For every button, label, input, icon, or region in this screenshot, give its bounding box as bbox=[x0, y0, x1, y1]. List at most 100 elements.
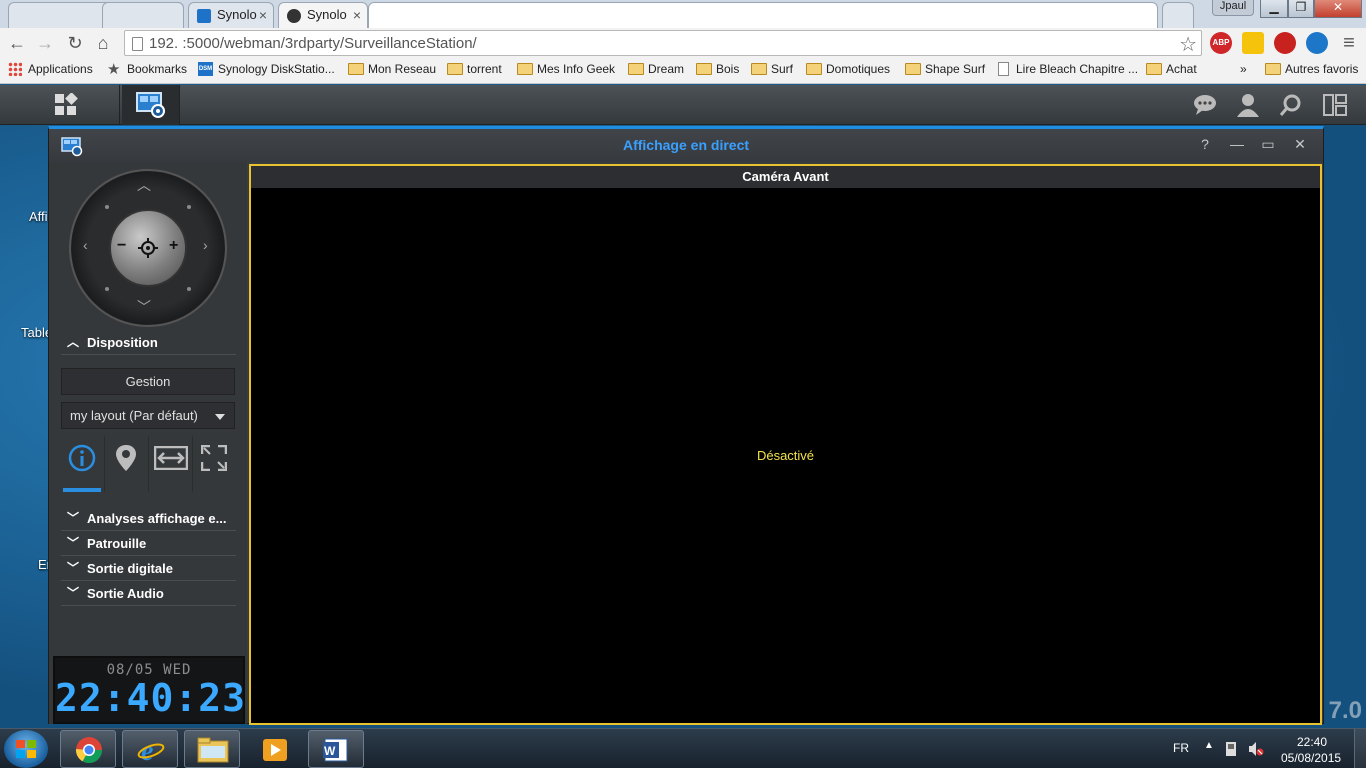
window-titlebar[interactable]: Affichage en direct ? — ▭ ✕ bbox=[49, 129, 1323, 162]
tray-device-icon[interactable] bbox=[1224, 741, 1238, 757]
tab-label: Synolo bbox=[307, 7, 347, 22]
ie-taskbar-button[interactable]: e bbox=[122, 730, 178, 768]
bookmark-bookmarks[interactable]: ★ Bookmarks bbox=[107, 61, 188, 78]
show-desktop-button[interactable] bbox=[1354, 729, 1366, 768]
user-icon[interactable] bbox=[1235, 93, 1261, 117]
folder-icon bbox=[348, 63, 364, 75]
ptz-home-crosshair-icon[interactable] bbox=[138, 238, 158, 258]
language-indicator[interactable]: FR bbox=[1173, 741, 1189, 755]
search-icon[interactable] bbox=[1278, 93, 1304, 117]
pan-down-arrow-icon[interactable]: ﹀ bbox=[137, 297, 151, 317]
gestion-button[interactable]: Gestion bbox=[61, 368, 235, 395]
browser-tab-synology-1[interactable]: Synolo × bbox=[188, 2, 274, 28]
ptz-control-pad[interactable]: ︿ ﹀ ‹ › − + bbox=[69, 169, 227, 327]
surveillance-taskbar-button[interactable] bbox=[122, 85, 180, 125]
dsm-favicon bbox=[197, 9, 211, 23]
bookmark-domotiques[interactable]: Domotiques bbox=[806, 62, 890, 76]
apps-grid-icon bbox=[8, 62, 22, 76]
help-icon[interactable]: ? bbox=[1197, 136, 1213, 152]
chat-bubble-icon[interactable] bbox=[1192, 93, 1218, 117]
bookmark-label: Bookmarks bbox=[127, 62, 188, 76]
disposition-section-toggle[interactable]: ︿ Disposition bbox=[61, 330, 236, 355]
bookmark-dream[interactable]: Dream bbox=[628, 62, 684, 76]
close-tab-icon[interactable]: × bbox=[353, 7, 361, 23]
analyses-section-toggle[interactable]: ﹀ Analyses affichage e... bbox=[61, 506, 236, 531]
browser-tab-5[interactable] bbox=[368, 2, 1158, 28]
pan-diagonal-dot[interactable] bbox=[187, 205, 191, 209]
close-icon[interactable]: ✕ bbox=[1292, 136, 1308, 152]
volume-muted-icon[interactable] bbox=[1248, 741, 1264, 757]
profile-badge[interactable]: Jpaul bbox=[1212, 0, 1254, 16]
pan-diagonal-dot[interactable] bbox=[187, 287, 191, 291]
bookmark-surf[interactable]: Surf bbox=[751, 62, 793, 76]
menu-icon[interactable]: ≡ bbox=[1338, 32, 1360, 54]
zoom-in-icon[interactable]: + bbox=[169, 237, 178, 255]
folder-icon bbox=[197, 737, 229, 763]
pan-diagonal-dot[interactable] bbox=[105, 287, 109, 291]
digital-clock: 08/05 WED 22:40:23 bbox=[53, 656, 245, 724]
pan-up-arrow-icon[interactable]: ︿ bbox=[137, 175, 151, 195]
pan-diagonal-dot[interactable] bbox=[105, 205, 109, 209]
word-taskbar-button[interactable]: W bbox=[308, 730, 364, 768]
pan-right-arrow-icon[interactable]: › bbox=[203, 237, 208, 253]
bookmark-autres-favoris[interactable]: Autres favoris bbox=[1265, 62, 1358, 76]
close-tab-icon[interactable]: × bbox=[259, 7, 267, 23]
sync-extension-icon[interactable] bbox=[1306, 32, 1328, 54]
layout-dropdown[interactable]: my layout (Par défaut) bbox=[61, 402, 235, 429]
back-arrow-icon[interactable]: ← bbox=[6, 32, 28, 54]
camera-view-pane[interactable]: Caméra Avant Désactivé bbox=[249, 164, 1322, 725]
pan-left-arrow-icon[interactable]: ‹ bbox=[83, 237, 88, 253]
bookmark-achat[interactable]: Achat bbox=[1146, 62, 1197, 76]
minimize-icon[interactable]: — bbox=[1229, 136, 1245, 152]
bookmark-shape-surf[interactable]: Shape Surf bbox=[905, 62, 985, 76]
address-bar[interactable]: 192. :5000/webman/3rdparty/SurveillanceS… bbox=[124, 30, 1202, 56]
bookmarks-overflow-button[interactable]: » bbox=[1220, 62, 1247, 76]
bookmark-star-icon[interactable]: ☆ bbox=[1179, 32, 1197, 57]
minimize-window-button[interactable]: ▁ bbox=[1260, 0, 1288, 18]
explorer-taskbar-button[interactable] bbox=[184, 730, 240, 768]
windows-start-button[interactable] bbox=[4, 730, 48, 768]
bookmark-label: torrent bbox=[467, 62, 502, 76]
maximize-window-button[interactable]: ❐ bbox=[1288, 0, 1314, 18]
bookmark-torrent[interactable]: torrent bbox=[447, 62, 502, 76]
maximize-icon[interactable]: ▭ bbox=[1260, 136, 1276, 152]
clock-time[interactable]: 22:40 bbox=[1297, 735, 1327, 749]
bookmark-synology[interactable]: DSM Synology DiskStatio... bbox=[198, 62, 335, 76]
clock-date[interactable]: 05/08/2015 bbox=[1281, 751, 1341, 765]
chrome-taskbar-button[interactable] bbox=[60, 730, 116, 768]
patrouille-section-toggle[interactable]: ﹀ Patrouille bbox=[61, 531, 236, 556]
forward-arrow-icon[interactable]: → bbox=[34, 32, 56, 54]
browser-tab-2[interactable] bbox=[102, 2, 184, 28]
home-icon[interactable]: ⌂ bbox=[92, 32, 114, 54]
bookmark-label: Autres favoris bbox=[1285, 62, 1359, 76]
widgets-icon[interactable] bbox=[1322, 93, 1348, 117]
zoom-out-icon[interactable]: − bbox=[117, 237, 126, 255]
bookmark-applications[interactable]: Applications bbox=[8, 62, 93, 76]
sortie-digitale-section-toggle[interactable]: ﹀ Sortie digitale bbox=[61, 556, 236, 581]
dsm-main-menu-button[interactable] bbox=[0, 85, 120, 125]
zoom-control: − + bbox=[109, 209, 187, 287]
adblock-plus-icon[interactable]: ABP bbox=[1210, 32, 1232, 54]
tab-fit-width[interactable] bbox=[149, 436, 193, 492]
bookmark-label: Dream bbox=[648, 62, 685, 76]
tab-map[interactable] bbox=[105, 436, 149, 492]
new-tab-button[interactable] bbox=[1162, 2, 1194, 28]
reload-icon[interactable]: ↻ bbox=[64, 32, 86, 54]
extension-puzzle-icon[interactable] bbox=[1242, 32, 1264, 54]
folder-icon bbox=[696, 63, 712, 75]
bookmark-mon-reseau[interactable]: Mon Reseau bbox=[348, 62, 436, 76]
bookmark-bois[interactable]: Bois bbox=[696, 62, 739, 76]
sortie-audio-section-toggle[interactable]: ﹀ Sortie Audio bbox=[61, 581, 236, 606]
close-window-button[interactable]: ✕ bbox=[1314, 0, 1362, 18]
power-extension-icon[interactable] bbox=[1274, 32, 1296, 54]
media-player-taskbar-button[interactable] bbox=[246, 730, 302, 768]
show-hidden-icons-arrow[interactable]: ▲ bbox=[1204, 740, 1214, 751]
browser-tab-synology-2[interactable]: Synolo × bbox=[278, 2, 368, 28]
bookmark-lire-bleach[interactable]: Lire Bleach Chapitre ... bbox=[996, 62, 1138, 76]
bookmark-mes-info-geek[interactable]: Mes Info Geek bbox=[517, 62, 615, 76]
bookmark-label: Mon Reseau bbox=[368, 62, 437, 76]
tab-info[interactable] bbox=[61, 436, 105, 492]
desktop-shortcut-label[interactable]: Affi bbox=[29, 209, 48, 224]
tab-fullscreen[interactable] bbox=[193, 436, 237, 492]
bookmark-label: Applications bbox=[28, 62, 93, 76]
